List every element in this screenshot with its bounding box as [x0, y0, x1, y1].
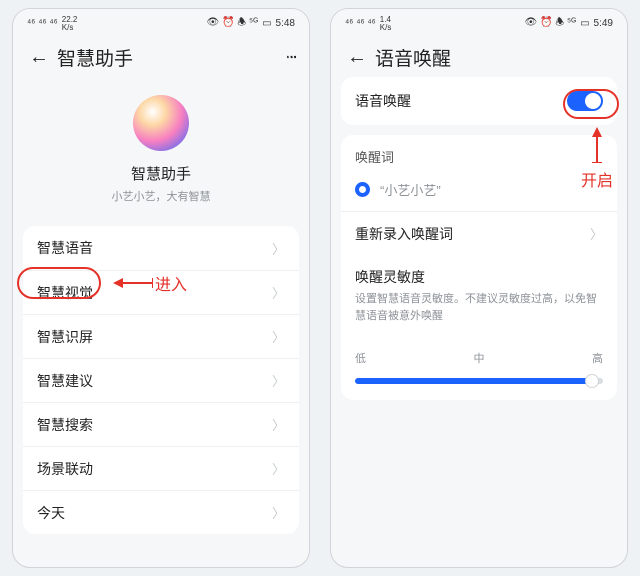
- status-icons: 👁 ⏰ 🕭 ⁵ᴳ: [525, 15, 577, 32]
- chevron-right-icon: 〉: [272, 371, 285, 390]
- battery-icon: ▭: [262, 18, 271, 29]
- settings-list: 智慧语音〉 智慧视觉〉 智慧识屏〉 智慧建议〉 智慧搜索〉 场景联动〉 今天〉: [23, 226, 299, 534]
- radio-selected-icon: [355, 182, 370, 197]
- chevron-right-icon: 〉: [590, 224, 603, 243]
- row-label: 智慧语音: [37, 238, 93, 258]
- network-icons: ⁴⁶ ⁴⁶ ⁴⁶: [27, 18, 58, 29]
- back-icon[interactable]: ←: [29, 46, 49, 69]
- axis-low: 低: [355, 350, 366, 366]
- wakeword-card: 唤醒词 “小艺小艺” 重新录入唤醒词 〉 唤醒灵敏度 设置智慧语音灵敏度。不建议…: [341, 135, 617, 400]
- chevron-right-icon: 〉: [272, 327, 285, 346]
- net-rate-unit: K/s: [62, 23, 74, 32]
- row-label: 今天: [37, 503, 65, 523]
- slider-knob[interactable]: [585, 374, 599, 388]
- sensitivity-section: 唤醒灵敏度 设置智慧语音灵敏度。不建议灵敏度过高，以免智慧语音被意外唤醒: [341, 255, 617, 336]
- row-smart-screen[interactable]: 智慧识屏 〉: [23, 314, 299, 358]
- row-label: 智慧视觉: [37, 283, 93, 303]
- page-title: 智慧助手: [57, 44, 133, 71]
- status-bar: ⁴⁶ ⁴⁶ ⁴⁶ 1.4K/s 👁 ⏰ 🕭 ⁵ᴳ ▭ 5:49: [331, 9, 627, 34]
- row-label: 场景联动: [37, 459, 93, 479]
- switch-label: 语音唤醒: [355, 91, 411, 111]
- axis-mid: 中: [474, 350, 485, 366]
- sensitivity-slider[interactable]: [355, 378, 603, 384]
- page-title: 语音唤醒: [375, 44, 451, 71]
- hero-title: 智慧助手: [131, 163, 191, 184]
- hero-section: 智慧助手 小艺小艺，大有智慧: [13, 77, 309, 226]
- wakeword-text: “小艺小艺”: [380, 180, 441, 199]
- chevron-right-icon: 〉: [272, 415, 285, 434]
- clock: 5:49: [594, 18, 613, 29]
- row-smart-vision[interactable]: 智慧视觉 〉: [23, 270, 299, 314]
- clock: 5:48: [276, 18, 295, 29]
- chevron-right-icon: 〉: [272, 503, 285, 522]
- row-label: 重新录入唤醒词: [355, 224, 453, 244]
- wakeword-option[interactable]: “小艺小艺”: [341, 172, 617, 211]
- network-icons: ⁴⁶ ⁴⁶ ⁴⁶: [345, 18, 376, 29]
- row-scene-link[interactable]: 场景联动 〉: [23, 446, 299, 490]
- status-icons: 👁 ⏰ 🕭 ⁵ᴳ: [207, 15, 259, 32]
- assistant-orb-icon: [133, 95, 189, 151]
- sensitivity-title: 唤醒灵敏度: [355, 255, 603, 291]
- sensitivity-axis: 低 中 高: [341, 336, 617, 370]
- chevron-right-icon: 〉: [272, 239, 285, 258]
- row-rerecord[interactable]: 重新录入唤醒词 〉: [341, 211, 617, 255]
- battery-icon: ▭: [580, 18, 589, 29]
- back-icon[interactable]: ←: [347, 46, 367, 69]
- row-today[interactable]: 今天 〉: [23, 490, 299, 534]
- phone-left: ⁴⁶ ⁴⁶ ⁴⁶ 22.2K/s 👁 ⏰ 🕭 ⁵ᴳ ▭ 5:48 ← 智慧助手 …: [12, 8, 310, 568]
- net-rate-unit: K/s: [380, 23, 392, 32]
- row-label: 智慧建议: [37, 371, 93, 391]
- chevron-right-icon: 〉: [272, 459, 285, 478]
- wakeword-section-label: 唤醒词: [341, 135, 617, 172]
- header-bar: ← 智慧助手 ፧: [13, 34, 309, 77]
- phone-right: ⁴⁶ ⁴⁶ ⁴⁶ 1.4K/s 👁 ⏰ 🕭 ⁵ᴳ ▭ 5:49 ← 语音唤醒 语…: [330, 8, 628, 568]
- status-bar: ⁴⁶ ⁴⁶ ⁴⁶ 22.2K/s 👁 ⏰ 🕭 ⁵ᴳ ▭ 5:48: [13, 9, 309, 34]
- sensitivity-desc: 设置智慧语音灵敏度。不建议灵敏度过高，以免智慧语音被意外唤醒: [355, 291, 603, 324]
- toggle-on-icon[interactable]: [567, 91, 603, 111]
- row-label: 智慧搜索: [37, 415, 93, 435]
- menu-icon[interactable]: ፧: [281, 55, 299, 61]
- hero-subtitle: 小艺小艺，大有智慧: [112, 188, 211, 204]
- row-smart-voice[interactable]: 智慧语音 〉: [23, 226, 299, 270]
- row-smart-search[interactable]: 智慧搜索 〉: [23, 402, 299, 446]
- row-label: 智慧识屏: [37, 327, 93, 347]
- switch-card: 语音唤醒: [341, 77, 617, 125]
- chevron-right-icon: 〉: [272, 283, 285, 302]
- header-bar: ← 语音唤醒: [331, 34, 627, 77]
- row-smart-suggest[interactable]: 智慧建议 〉: [23, 358, 299, 402]
- axis-high: 高: [592, 350, 603, 366]
- voice-wake-switch-row[interactable]: 语音唤醒: [341, 77, 617, 125]
